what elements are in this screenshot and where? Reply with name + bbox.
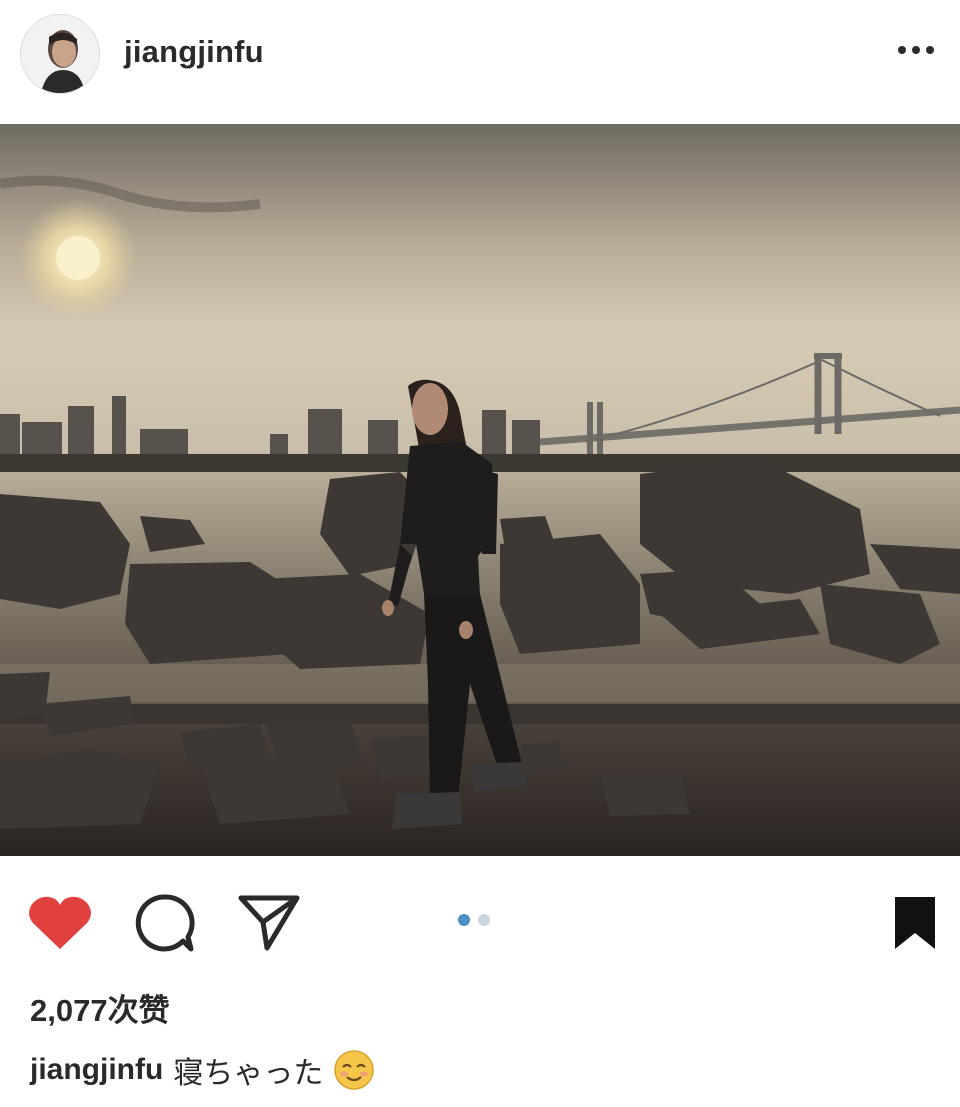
more-options-icon[interactable] [892,26,940,74]
send-icon[interactable] [234,888,304,958]
carousel-dot [478,914,490,926]
comment-bubble-icon[interactable] [130,888,200,958]
caption-text: 寝ちゃった [173,1057,324,1090]
likes-count[interactable]: 2,077次赞 [30,985,170,1030]
carousel-indicator [458,914,490,926]
action-bar [0,870,960,970]
post-header: jiangjinfu [0,0,960,122]
post-username[interactable]: jiangjinfu [124,34,264,70]
heart-icon[interactable] [25,888,95,958]
post-photo[interactable] [0,124,960,856]
avatar[interactable] [20,14,100,94]
carousel-dot-active [458,914,470,926]
caption-username[interactable]: jiangjinfu [30,1053,163,1087]
post-caption: jiangjinfu 寝ちゃった [30,1048,375,1092]
relieved-face-emoji-icon [333,1049,375,1091]
bookmark-icon[interactable] [880,888,950,958]
